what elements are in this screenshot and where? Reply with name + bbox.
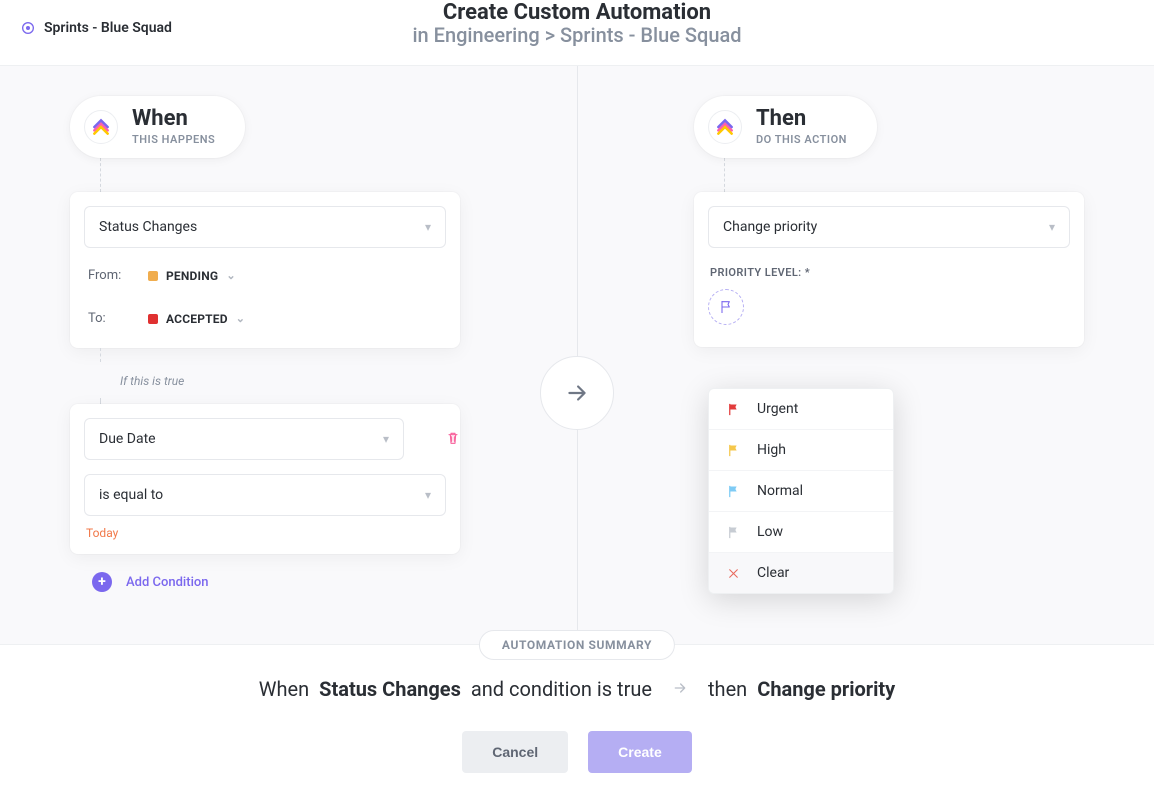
- priority-option-high[interactable]: High: [709, 430, 893, 471]
- cancel-button[interactable]: Cancel: [462, 731, 568, 773]
- automation-summary-chip: AUTOMATION SUMMARY: [479, 630, 675, 660]
- close-icon: [725, 565, 741, 581]
- when-subheading: THIS HAPPENS: [132, 133, 215, 146]
- status-color-icon: [148, 314, 158, 324]
- clickup-logo-icon: [84, 110, 118, 144]
- action-value: Change priority: [723, 219, 817, 235]
- flag-icon: [725, 401, 741, 417]
- then-subheading: DO THIS ACTION: [756, 133, 847, 146]
- plus-icon: +: [92, 572, 112, 592]
- priority-option-label: Normal: [757, 483, 803, 499]
- title-main: Create Custom Automation: [412, 0, 741, 25]
- summary-when-prefix: When: [259, 677, 309, 701]
- clickup-logo-icon: [708, 110, 742, 144]
- flag-icon: [725, 483, 741, 499]
- condition-intro: If this is true: [120, 374, 460, 388]
- trigger-card: Status Changes ▾ From: PENDING ⌄ To: AC: [70, 192, 460, 348]
- chevron-down-icon: ⌄: [226, 269, 235, 282]
- summary-trigger: Status Changes: [319, 677, 461, 701]
- priority-dropdown: Urgent High Normal: [708, 388, 894, 594]
- then-header: Then DO THIS ACTION: [694, 96, 877, 158]
- chevron-down-icon: ▾: [1049, 220, 1055, 234]
- title-sub: in Engineering > Sprints - Blue Squad: [412, 23, 741, 47]
- priority-picker-button[interactable]: [708, 289, 744, 325]
- priority-option-urgent[interactable]: Urgent: [709, 389, 893, 430]
- chevron-down-icon: ⌄: [236, 312, 245, 325]
- breadcrumb[interactable]: Sprints - Blue Squad: [20, 20, 172, 36]
- priority-option-normal[interactable]: Normal: [709, 471, 893, 512]
- action-select[interactable]: Change priority ▾: [708, 206, 1070, 248]
- priority-option-label: High: [757, 442, 786, 458]
- priority-option-label: Urgent: [757, 401, 798, 417]
- create-button[interactable]: Create: [588, 731, 692, 773]
- summary-then-prefix: then: [708, 677, 747, 701]
- arrow-right-icon: [670, 677, 690, 701]
- priority-level-label: PRIORITY LEVEL: *: [710, 266, 1070, 279]
- from-label: From:: [88, 268, 130, 283]
- to-status-chip[interactable]: ACCEPTED ⌄: [148, 312, 245, 326]
- delete-condition-button[interactable]: [441, 426, 465, 450]
- priority-option-clear[interactable]: Clear: [709, 553, 893, 593]
- summary-action: Change priority: [757, 677, 895, 701]
- condition-card: Due Date ▾ is equal to ▾ Today: [70, 404, 460, 554]
- when-heading: When: [132, 108, 215, 130]
- chevron-down-icon: ▾: [425, 488, 431, 502]
- flag-icon: [725, 442, 741, 458]
- to-label: To:: [88, 311, 130, 326]
- location-icon: [20, 20, 36, 36]
- flag-icon: [725, 524, 741, 540]
- trigger-select[interactable]: Status Changes ▾: [84, 206, 446, 248]
- condition-field-select[interactable]: Due Date ▾: [84, 418, 404, 460]
- priority-option-label: Clear: [757, 565, 789, 581]
- page-title: Create Custom Automation in Engineering …: [412, 0, 741, 47]
- condition-field-value: Due Date: [99, 431, 156, 447]
- from-status-chip[interactable]: PENDING ⌄: [148, 269, 236, 283]
- action-card: Change priority ▾ PRIORITY LEVEL: *: [694, 192, 1084, 347]
- status-color-icon: [148, 271, 158, 281]
- condition-operator-value: is equal to: [99, 487, 163, 503]
- to-status-text: ACCEPTED: [166, 312, 228, 326]
- priority-option-label: Low: [757, 524, 783, 540]
- add-condition-label: Add Condition: [126, 575, 209, 590]
- priority-option-low[interactable]: Low: [709, 512, 893, 553]
- condition-operator-select[interactable]: is equal to ▾: [84, 474, 446, 516]
- breadcrumb-label: Sprints - Blue Squad: [44, 20, 172, 36]
- summary-and: and condition is true: [471, 677, 652, 701]
- then-heading: Then: [756, 108, 847, 130]
- when-header: When THIS HAPPENS: [70, 96, 245, 158]
- chevron-down-icon: ▾: [425, 220, 431, 234]
- condition-value[interactable]: Today: [86, 526, 446, 540]
- automation-summary-text: When Status Changes and condition is tru…: [259, 677, 896, 701]
- add-condition-button[interactable]: + Add Condition: [92, 572, 209, 592]
- trigger-value: Status Changes: [99, 219, 197, 235]
- from-status-text: PENDING: [166, 269, 218, 283]
- chevron-down-icon: ▾: [383, 432, 389, 446]
